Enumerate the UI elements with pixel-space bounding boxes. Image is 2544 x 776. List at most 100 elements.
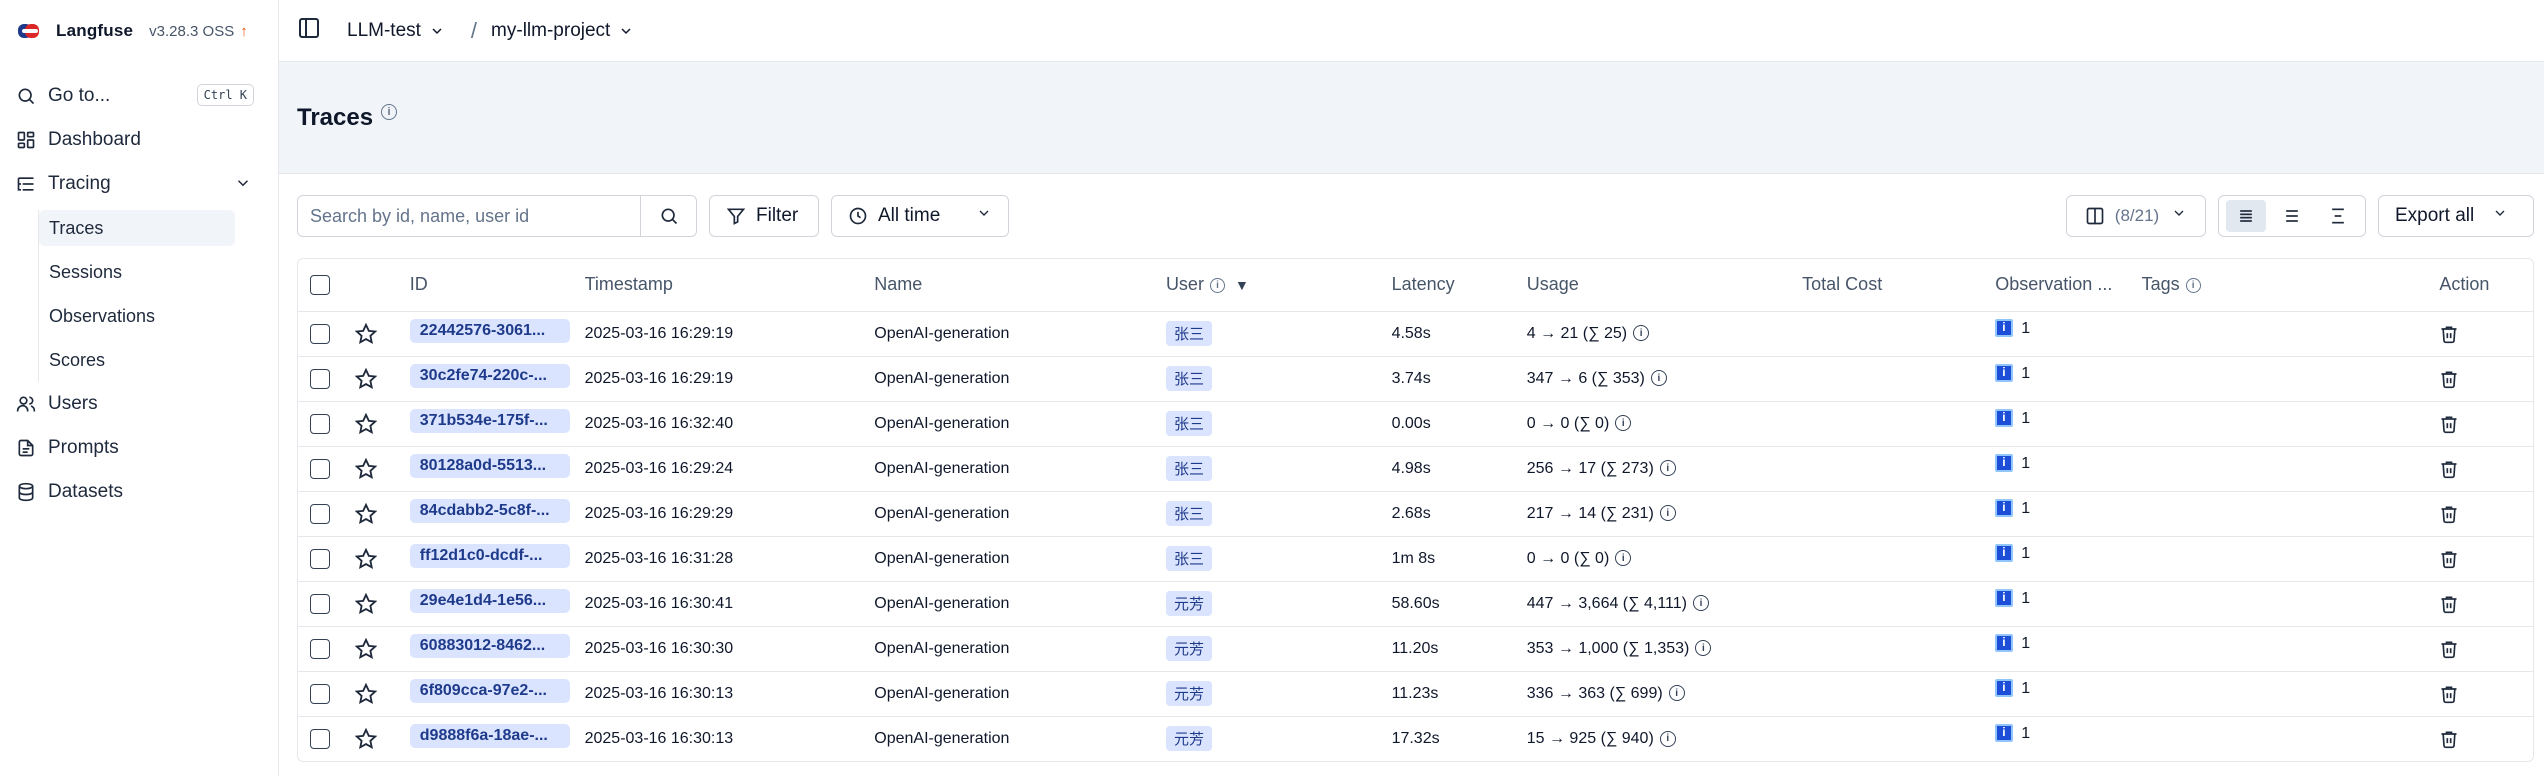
trash-icon[interactable] (2439, 730, 2459, 748)
row-checkbox[interactable] (310, 728, 330, 749)
breadcrumb-project[interactable]: my-llm-project (491, 20, 634, 42)
table-row[interactable]: 84cdabb2-5c8f-... 2025-03-16 16:29:29 Open… (298, 491, 2533, 537)
chevron-down-icon[interactable] (234, 174, 252, 198)
row-checkbox[interactable] (310, 458, 330, 479)
trash-icon[interactable] (2439, 370, 2459, 388)
header-timestamp[interactable]: Timestamp (584, 259, 875, 312)
info-icon[interactable]: i (1650, 370, 1667, 387)
table-row[interactable]: 22442576-3061... 2025-03-16 16:29:19 OpenA… (298, 311, 2533, 357)
table-row[interactable]: 60883012-8462... 2025-03-16 16:30:30 OpenA… (298, 626, 2533, 672)
row-checkbox[interactable] (310, 368, 330, 389)
info-icon[interactable]: i (1633, 325, 1650, 342)
star-icon[interactable] (354, 547, 378, 569)
trash-icon[interactable] (2439, 415, 2459, 433)
time-range-select[interactable]: All time (831, 195, 1009, 237)
header-usage[interactable]: Usage (1526, 259, 1803, 312)
trash-icon[interactable] (2439, 550, 2459, 568)
sidebar-item-prompts[interactable]: Prompts (0, 426, 278, 470)
trash-icon[interactable] (2439, 325, 2459, 343)
table-row[interactable]: d9888f6a-18ae-... 2025-03-16 16:30:13 Open… (298, 716, 2533, 761)
export-button[interactable]: Export all (2378, 195, 2534, 237)
info-icon[interactable]: i (1659, 730, 1676, 747)
info-icon[interactable]: i (381, 103, 398, 120)
header-name[interactable]: Name (874, 259, 1166, 312)
trash-icon[interactable] (2439, 595, 2459, 613)
arrow-up-icon[interactable]: ↑ (240, 23, 248, 40)
breadcrumb-org[interactable]: LLM-test (347, 20, 445, 42)
select-all-checkbox[interactable] (310, 275, 330, 296)
sidebar-item-datasets[interactable]: Datasets (0, 470, 278, 514)
trace-id-link[interactable]: 6f809cca-97e2-... (409, 679, 570, 703)
user-link[interactable]: 张三 (1165, 546, 1212, 571)
row-checkbox[interactable] (310, 593, 330, 614)
star-icon[interactable] (354, 592, 378, 614)
sidebar-item-tracing[interactable]: Tracing (0, 162, 278, 206)
trace-id-link[interactable]: 22442576-3061... (409, 319, 570, 343)
user-link[interactable]: 元芳 (1165, 681, 1212, 706)
user-link[interactable]: 张三 (1165, 411, 1212, 436)
table-row[interactable]: ff12d1c0-dcdf-... 2025-03-16 16:31:28 Open… (298, 536, 2533, 582)
goto-button[interactable]: Go to... Ctrl K (0, 74, 278, 118)
trash-icon[interactable] (2439, 685, 2459, 703)
star-icon[interactable] (354, 637, 378, 659)
trace-id-link[interactable]: d9888f6a-18ae-... (409, 724, 570, 749)
trace-id-link[interactable]: 84cdabb2-5c8f-... (409, 499, 570, 523)
info-icon[interactable]: i (1695, 640, 1712, 657)
star-icon[interactable] (354, 727, 378, 749)
header-user[interactable]: User i ▼ (1165, 259, 1392, 312)
trace-id-link[interactable]: 30c2fe74-220c-... (409, 364, 570, 388)
trash-icon[interactable] (2439, 460, 2459, 478)
info-icon[interactable]: i (1692, 595, 1709, 612)
sidebar-item-sessions[interactable]: Sessions (39, 250, 235, 294)
info-icon[interactable]: i (2185, 278, 2201, 293)
table-row[interactable]: 30c2fe74-220c-... 2025-03-16 16:29:19 Open… (298, 356, 2533, 402)
user-link[interactable]: 张三 (1165, 366, 1212, 391)
user-link[interactable]: 张三 (1165, 321, 1212, 346)
sidebar-item-observations[interactable]: Observations (39, 294, 235, 338)
row-checkbox[interactable] (310, 323, 330, 344)
star-icon[interactable] (354, 502, 378, 524)
density-compact-button[interactable] (2226, 200, 2266, 232)
star-icon[interactable] (354, 367, 378, 389)
filter-button[interactable]: Filter (709, 195, 819, 237)
table-row[interactable]: 371b534e-175f-... 2025-03-16 16:32:40 Open… (298, 401, 2533, 447)
info-icon[interactable]: i (1668, 685, 1685, 702)
info-icon[interactable]: i (1209, 278, 1225, 293)
trace-id-link[interactable]: 371b534e-175f-... (409, 409, 570, 433)
info-icon[interactable]: i (1615, 415, 1632, 432)
star-icon[interactable] (354, 412, 378, 434)
sidebar-item-users[interactable]: Users (0, 382, 278, 426)
row-checkbox[interactable] (310, 548, 330, 569)
star-icon[interactable] (354, 322, 378, 344)
user-link[interactable]: 张三 (1165, 501, 1212, 526)
trace-id-link[interactable]: 80128a0d-5513... (409, 454, 570, 478)
star-icon[interactable] (354, 457, 378, 479)
info-icon[interactable]: i (1659, 505, 1676, 522)
trace-id-link[interactable]: 60883012-8462... (409, 634, 570, 658)
user-link[interactable]: 元芳 (1165, 726, 1212, 752)
density-medium-button[interactable] (2272, 200, 2312, 232)
table-row[interactable]: 80128a0d-5513... 2025-03-16 16:29:24 OpenA… (298, 446, 2533, 492)
table-row[interactable]: 29e4e1d4-1e56... 2025-03-16 16:30:41 OpenA… (298, 581, 2533, 627)
table-row[interactable]: 6f809cca-97e2-... 2025-03-16 16:30:13 Open… (298, 671, 2533, 717)
search-input[interactable] (298, 196, 640, 236)
row-checkbox[interactable] (310, 503, 330, 524)
columns-button[interactable]: (8/21) (2066, 195, 2206, 237)
info-icon[interactable]: i (1615, 550, 1632, 567)
header-latency[interactable]: Latency (1391, 259, 1527, 312)
header-id[interactable]: ID (409, 259, 585, 312)
trace-id-link[interactable]: ff12d1c0-dcdf-... (409, 544, 570, 568)
sidebar-item-traces[interactable]: Traces (39, 210, 235, 246)
row-checkbox[interactable] (310, 638, 330, 659)
trash-icon[interactable] (2439, 505, 2459, 523)
row-checkbox[interactable] (310, 683, 330, 704)
header-observations[interactable]: Observation ... (1995, 259, 2142, 312)
user-link[interactable]: 元芳 (1165, 591, 1212, 616)
trace-id-link[interactable]: 29e4e1d4-1e56... (409, 589, 570, 613)
user-link[interactable]: 元芳 (1165, 636, 1212, 661)
info-icon[interactable]: i (1659, 460, 1676, 477)
header-total-cost[interactable]: Total Cost (1802, 259, 1996, 312)
sidebar-item-dashboard[interactable]: Dashboard (0, 118, 278, 162)
row-checkbox[interactable] (310, 413, 330, 434)
user-link[interactable]: 张三 (1165, 456, 1212, 481)
